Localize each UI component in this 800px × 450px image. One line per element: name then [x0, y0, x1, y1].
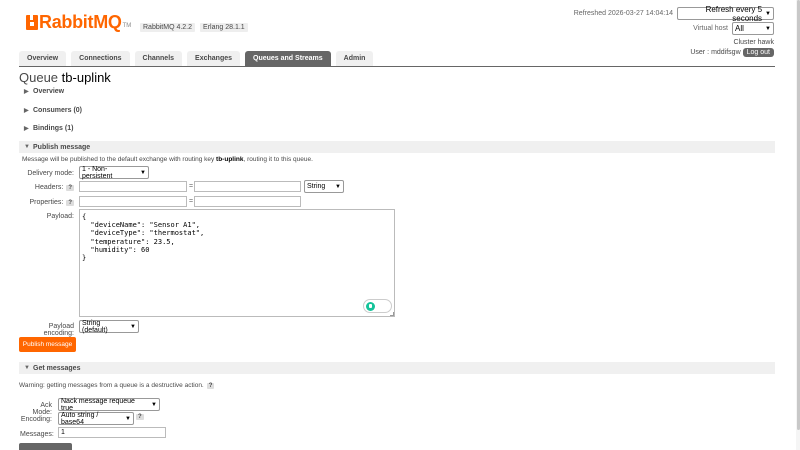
triangle-right-icon: ▶: [24, 88, 29, 95]
vhost-select[interactable]: All ▼: [732, 22, 774, 35]
vertical-scrollbar[interactable]: [796, 0, 800, 450]
refresh-interval-select[interactable]: Refresh every 5 seconds ▼: [677, 4, 774, 23]
chevron-down-icon: ▼: [125, 415, 131, 422]
section-bindings[interactable]: ▶ Bindings (1): [19, 122, 775, 134]
headers-label: Headers:?: [20, 184, 74, 191]
grammar-assistant-icon[interactable]: [366, 302, 375, 311]
chevron-down-icon: ▼: [140, 169, 146, 176]
headers-help-button[interactable]: ?: [66, 185, 74, 191]
property-value-input[interactable]: [194, 196, 301, 207]
get-warning-text: Warning: getting messages from a queue i…: [19, 382, 215, 389]
vhost-value: All: [735, 24, 744, 33]
section-consumers-label: Consumers (0): [33, 106, 83, 114]
header-controls: Refreshed 2026-03-27 14:04:14 Refresh ev…: [573, 4, 774, 57]
chevron-down-icon: ▼: [130, 323, 136, 330]
encoding-help-button[interactable]: ?: [136, 414, 144, 420]
logo-text: RabbitMQ: [39, 12, 122, 32]
delivery-mode-value: 1 - Non-persistent: [82, 165, 113, 180]
ack-mode-value: Nack message requeue true: [61, 397, 135, 412]
page-title: Queue tb-uplink: [19, 70, 111, 85]
ack-mode-select[interactable]: Nack message requeue true ▼: [58, 397, 160, 412]
header-equals: =: [189, 183, 194, 190]
publish-message-button[interactable]: Publish message: [19, 337, 76, 352]
chevron-down-icon: ▼: [765, 10, 771, 17]
chevron-down-icon: ▼: [335, 183, 341, 190]
publish-info-suffix: , routing it to this queue.: [243, 156, 313, 163]
tab-channels[interactable]: Channels: [134, 51, 183, 66]
section-consumers[interactable]: ▶ Consumers (0): [19, 104, 775, 116]
chevron-down-icon: ▼: [151, 401, 157, 408]
section-get-messages[interactable]: ▼ Get messages: [19, 362, 775, 374]
rabbitmq-logo[interactable]: RabbitMQ TM: [26, 12, 131, 33]
rabbitmq-version: RabbitMQ 4.2.2: [140, 23, 196, 32]
triangle-right-icon: ▶: [24, 107, 29, 114]
payload-label: Payload:: [46, 213, 74, 220]
messages-label: Messages:: [20, 431, 54, 438]
version-info: RabbitMQ 4.2.2 Erlang 28.1.1: [140, 23, 248, 32]
rabbitmq-logo-icon: [26, 15, 38, 30]
publish-info-prefix: Message will be published to the default…: [22, 156, 215, 163]
headers-label-text: Headers:: [34, 184, 64, 191]
queue-name: tb-uplink: [61, 70, 111, 85]
properties-help-button[interactable]: ?: [66, 200, 74, 206]
erlang-version: Erlang 28.1.1: [200, 23, 248, 32]
publish-routing-key: tb-uplink: [216, 156, 244, 163]
refreshed-timestamp: Refreshed 2026-03-27 14:04:14: [573, 10, 673, 17]
resize-handle-icon[interactable]: [390, 312, 394, 316]
cluster-name: Cluster hawk: [733, 39, 774, 46]
property-equals: =: [189, 198, 194, 205]
tab-exchanges[interactable]: Exchanges: [187, 51, 241, 66]
triangle-down-icon: ▼: [24, 144, 30, 150]
get-warning-help-button[interactable]: ?: [206, 383, 215, 389]
tab-admin[interactable]: Admin: [335, 51, 374, 66]
get-warning-label: Warning: getting messages from a queue i…: [19, 382, 204, 389]
triangle-right-icon: ▶: [24, 125, 29, 132]
section-publish-label: Publish message: [33, 143, 91, 151]
section-overview[interactable]: ▶ Overview: [19, 85, 775, 97]
publish-info-text: Message will be published to the default…: [22, 156, 313, 163]
payload-textarea[interactable]: { "deviceName": "Sensor A1", "deviceType…: [79, 209, 395, 317]
property-key-input[interactable]: [79, 196, 187, 207]
section-get-label: Get messages: [33, 364, 81, 372]
main-tabs: Overview Connections Channels Exchanges …: [19, 51, 775, 67]
header-type-value: String: [307, 183, 326, 190]
encoding-value: Auto string / base64: [61, 411, 99, 426]
section-publish-message[interactable]: ▼ Publish message: [19, 141, 775, 153]
logo-tm: TM: [122, 22, 132, 29]
header-value-input[interactable]: [194, 181, 301, 192]
tab-connections[interactable]: Connections: [71, 51, 130, 66]
encoding-label: Encoding:: [20, 416, 52, 423]
payload-encoding-label: Payload encoding:: [43, 323, 74, 337]
encoding-select[interactable]: Auto string / base64 ▼: [58, 411, 134, 426]
tab-overview[interactable]: Overview: [19, 51, 67, 66]
vhost-label: Virtual host: [693, 25, 728, 32]
tab-queues-and-streams[interactable]: Queues and Streams: [245, 51, 331, 66]
properties-label: Properties:?: [20, 199, 74, 206]
section-overview-label: Overview: [33, 87, 65, 95]
header-key-input[interactable]: [79, 181, 187, 192]
payload-encoding-value: String (default): [82, 319, 108, 334]
page-title-prefix: Queue: [19, 70, 59, 85]
delivery-mode-select[interactable]: 1 - Non-persistent ▼: [79, 165, 149, 180]
header-type-select[interactable]: String ▼: [304, 180, 344, 193]
messages-count-input[interactable]: 1: [58, 427, 166, 438]
properties-label-text: Properties:: [29, 199, 64, 206]
chevron-down-icon: ▼: [765, 25, 771, 32]
get-messages-button[interactable]: [19, 443, 72, 450]
section-bindings-label: Bindings (1): [33, 124, 74, 132]
refresh-interval-value: Refresh every 5 seconds: [705, 4, 763, 23]
delivery-mode-label: Delivery mode:: [27, 170, 74, 177]
payload-encoding-select[interactable]: String (default) ▼: [79, 319, 139, 334]
triangle-down-icon: ▼: [24, 365, 30, 371]
ack-mode-label: Ack Mode:: [32, 402, 52, 416]
